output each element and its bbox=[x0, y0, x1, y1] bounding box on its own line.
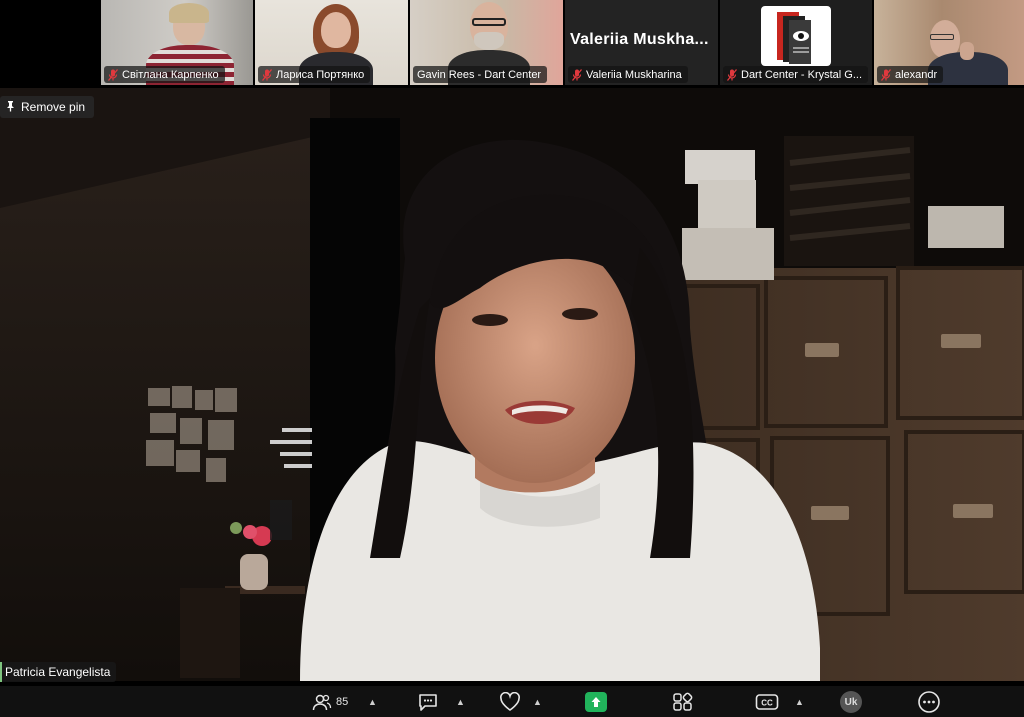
reactions-button[interactable] bbox=[499, 690, 521, 714]
participant-name: Лариса Портянко bbox=[276, 68, 365, 81]
chat-button[interactable] bbox=[417, 690, 439, 714]
participant-tile[interactable]: Gavin Rees - Dart Center bbox=[410, 0, 563, 85]
apps-button[interactable] bbox=[672, 690, 694, 714]
participant-name-chip: Gavin Rees - Dart Center bbox=[413, 66, 548, 83]
raised-hand bbox=[960, 42, 974, 60]
participants-button[interactable]: 85 bbox=[312, 690, 348, 714]
captions-options-caret[interactable]: ▲ bbox=[795, 690, 804, 714]
mic-muted-icon bbox=[727, 68, 737, 81]
participants-count: 85 bbox=[336, 696, 349, 708]
dart-center-logo bbox=[761, 6, 831, 66]
share-screen-button[interactable] bbox=[585, 690, 607, 714]
apps-icon bbox=[672, 692, 694, 712]
mic-muted-icon bbox=[881, 68, 891, 81]
glasses bbox=[472, 18, 506, 26]
more-icon bbox=[917, 690, 941, 714]
glasses bbox=[930, 34, 954, 40]
active-speaker-video bbox=[0, 88, 1024, 681]
participant-name: alexandr bbox=[895, 68, 938, 81]
participant-name: Gavin Rees - Dart Center bbox=[417, 68, 542, 81]
active-speaker-name-chip: Patricia Evangelista bbox=[0, 662, 117, 682]
closed-captions-icon: CC bbox=[755, 693, 779, 711]
language-badge: Uk bbox=[840, 691, 862, 713]
share-screen-icon bbox=[585, 692, 607, 712]
participant-name: Світлана Карпенко bbox=[122, 68, 219, 81]
participant-tile[interactable]: Лариса Портянко bbox=[255, 0, 408, 85]
participant-tile[interactable]: alexandr bbox=[874, 0, 1024, 85]
participant-name: Dart Center - Krystal G... bbox=[741, 68, 863, 81]
chat-options-caret[interactable]: ▲ bbox=[456, 690, 465, 714]
participant-tile[interactable]: Світлана Карпенко bbox=[101, 0, 253, 85]
participant-name: Valeriia Muskharina bbox=[586, 68, 682, 81]
participant-strip: Світлана Карпенко Лариса Портянко Gavin … bbox=[0, 0, 1024, 88]
participant-name-chip: alexandr bbox=[877, 66, 944, 83]
pin-icon bbox=[5, 100, 16, 115]
participant-name-chip: Valeriia Muskharina bbox=[568, 66, 688, 83]
mic-muted-icon bbox=[572, 68, 582, 81]
active-speaker-name: Patricia Evangelista bbox=[5, 665, 111, 679]
meeting-toolbar: 85 ▲ ▲ ▲ CC ▲ Uk bbox=[0, 686, 1024, 717]
chat-icon bbox=[417, 692, 439, 712]
participant-name-chip: Лариса Портянко bbox=[258, 66, 371, 83]
language-interpretation-button[interactable]: Uk bbox=[840, 690, 862, 714]
remove-pin-label: Remove pin bbox=[21, 100, 86, 114]
participant-display-name: Valeriia Muskha... bbox=[570, 31, 709, 48]
participant-name-chip: Dart Center - Krystal G... bbox=[723, 66, 869, 83]
captions-button[interactable]: CC bbox=[755, 690, 779, 714]
participant-tile[interactable]: Dart Center - Krystal G... bbox=[720, 0, 872, 85]
speaker-video-feed bbox=[0, 88, 1024, 681]
mic-muted-icon bbox=[108, 68, 118, 81]
participants-options-caret[interactable]: ▲ bbox=[368, 690, 377, 714]
heart-icon bbox=[499, 692, 521, 712]
svg-text:CC: CC bbox=[761, 699, 773, 708]
participant-tile[interactable]: Valeriia Muskha... Valeriia Muskharina bbox=[565, 0, 718, 85]
remove-pin-button[interactable]: Remove pin bbox=[0, 96, 95, 118]
mic-muted-icon bbox=[262, 68, 272, 81]
reactions-options-caret[interactable]: ▲ bbox=[533, 690, 542, 714]
participants-icon bbox=[312, 693, 332, 711]
more-options-button[interactable] bbox=[917, 690, 941, 714]
participant-name-chip: Світлана Карпенко bbox=[104, 66, 225, 83]
